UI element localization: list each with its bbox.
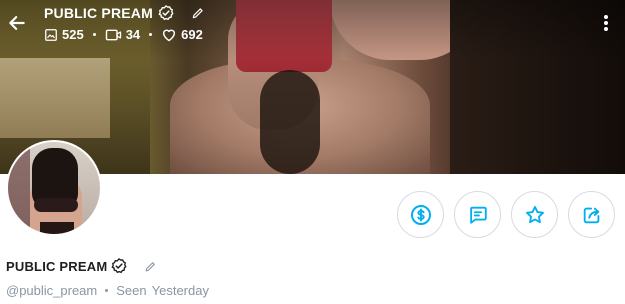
profile-name-row: PUBLIC PREAM [6,257,157,275]
profile-stats: 525 34 692 [44,27,203,42]
header-title-group: PUBLIC PREAM [44,4,205,22]
photos-stat: 525 [44,27,84,42]
verified-badge-icon [158,5,174,20]
profile-meta: @public_pream Seen Yesterday [6,283,209,298]
message-icon [469,206,487,224]
send-tip-button[interactable] [397,191,444,238]
arrow-left-icon [9,16,25,30]
back-button[interactable] [4,10,30,36]
avatar[interactable] [6,140,102,236]
likes-stat: 692 [161,27,203,42]
separator-dot [92,33,96,36]
share-button[interactable] [568,191,615,238]
likes-count: 692 [181,27,203,42]
message-button[interactable] [454,191,501,238]
separator-dot [105,289,109,292]
videos-stat: 34 [105,27,140,42]
profile-name: PUBLIC PREAM [6,258,108,274]
image-icon [45,28,57,41]
photos-count: 525 [62,27,84,42]
star-icon [525,205,544,223]
verified-badge-icon [111,258,127,273]
heart-icon [163,29,176,42]
more-options-button[interactable] [598,12,614,34]
share-icon [583,207,599,223]
last-seen-label: Seen [116,283,147,298]
profile-actions [397,191,615,238]
add-to-favorites-button[interactable] [511,191,558,238]
profile-header-bar: PUBLIC PREAM 525 34 692 [0,0,625,50]
pencil-icon[interactable] [191,6,205,20]
videos-count: 34 [125,27,141,42]
last-seen-value: Yesterday [151,283,209,298]
more-vertical-icon [604,15,608,31]
pencil-icon[interactable] [144,260,157,273]
dollar-circle-icon [410,204,431,225]
username: @public_pream [6,283,98,298]
video-icon [105,29,121,40]
header-title: PUBLIC PREAM [44,5,153,21]
separator-dot [149,33,153,36]
